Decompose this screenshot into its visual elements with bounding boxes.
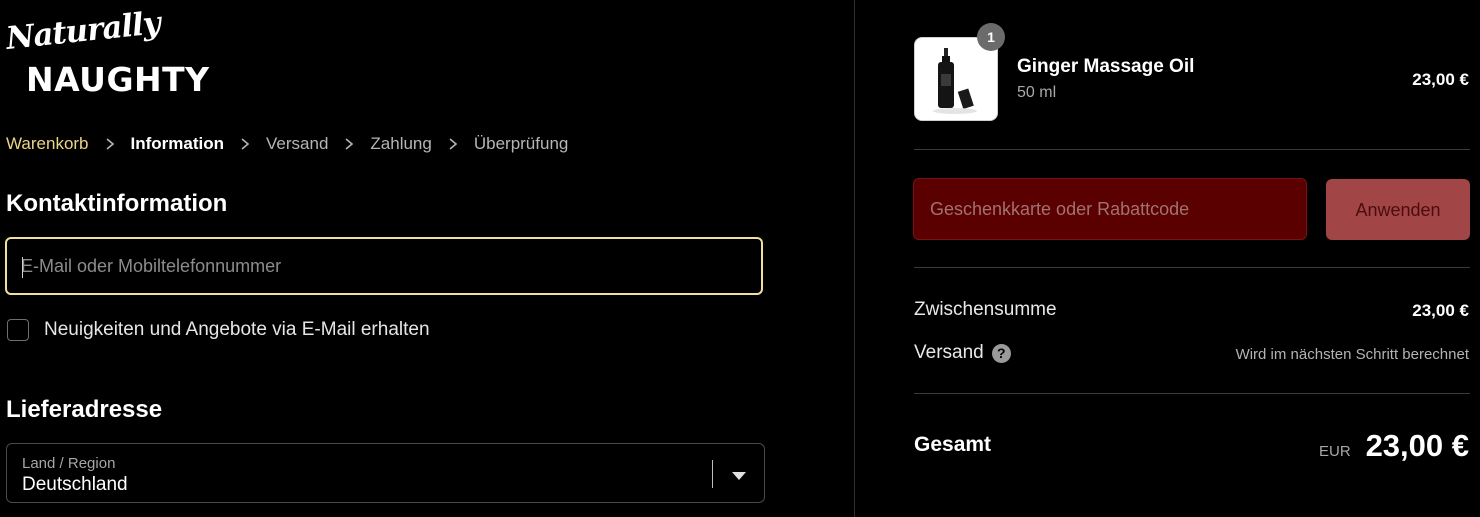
chevron-down-icon[interactable]: [732, 468, 746, 486]
country-select-label: Land / Region: [22, 455, 116, 472]
product-name: Ginger Massage Oil: [1017, 56, 1195, 77]
country-select[interactable]: Land / Region Deutschland: [6, 443, 765, 503]
breadcrumb-shipping: Versand: [266, 134, 329, 153]
chevron-right-icon: [238, 137, 252, 151]
newsletter-checkbox[interactable]: [7, 319, 29, 341]
newsletter-label: Neuigkeiten und Angebote via E-Mail erha…: [44, 319, 430, 340]
total-currency: EUR: [1319, 443, 1351, 460]
subtotal-value: 23,00 €: [1412, 301, 1469, 320]
country-select-value: Deutschland: [22, 474, 128, 495]
product-price: 23,00 €: [1412, 70, 1469, 89]
discount-code-field[interactable]: [913, 178, 1307, 240]
total-amount: 23,00 €: [1365, 428, 1469, 463]
checkout-page: Naturally NAUGHTY Warenkorb Information …: [0, 0, 1480, 517]
breadcrumb-review: Überprüfung: [473, 134, 569, 153]
oil-bottle-image: [933, 48, 977, 114]
quantity-badge: 1: [977, 23, 1005, 51]
subtotal-label: Zwischensumme: [914, 299, 1057, 320]
discount-code-input[interactable]: [914, 179, 1306, 239]
shipping-row: Versand ?: [914, 342, 1011, 364]
chevron-right-icon: [103, 137, 117, 151]
shipping-address-title: Lieferadresse: [6, 396, 163, 423]
email-field[interactable]: [5, 237, 763, 295]
product-variant: 50 ml: [1017, 84, 1057, 101]
breadcrumb-payment: Zahlung: [370, 134, 432, 153]
breadcrumb-cart[interactable]: Warenkorb: [6, 134, 89, 154]
help-icon[interactable]: ?: [991, 343, 1011, 363]
chevron-right-icon: [446, 137, 460, 151]
chevron-right-icon: [342, 137, 356, 151]
logo-script-text: Naturally: [4, 5, 162, 57]
total-label: Gesamt: [914, 433, 992, 456]
newsletter-option[interactable]: Neuigkeiten und Angebote via E-Mail erha…: [7, 319, 430, 341]
text-cursor: [22, 257, 23, 278]
shipping-value: Wird im nächsten Schritt berechnet: [1235, 346, 1469, 363]
summary-divider: [914, 149, 1470, 150]
summary-divider: [914, 393, 1470, 394]
column-divider: [854, 0, 855, 517]
brand-logo[interactable]: Naturally NAUGHTY: [4, 5, 209, 102]
breadcrumb-information: Information: [130, 134, 225, 153]
select-separator: [712, 460, 713, 488]
contact-section-title: Kontaktinformation: [6, 190, 228, 217]
summary-divider: [914, 267, 1470, 268]
logo-block-text: NAUGHTY: [26, 60, 210, 99]
shipping-label: Versand: [914, 342, 984, 363]
breadcrumb: Warenkorb Information Versand Zahlung Üb…: [6, 133, 568, 155]
email-input[interactable]: [7, 239, 761, 293]
apply-discount-button[interactable]: Anwenden: [1326, 179, 1470, 240]
